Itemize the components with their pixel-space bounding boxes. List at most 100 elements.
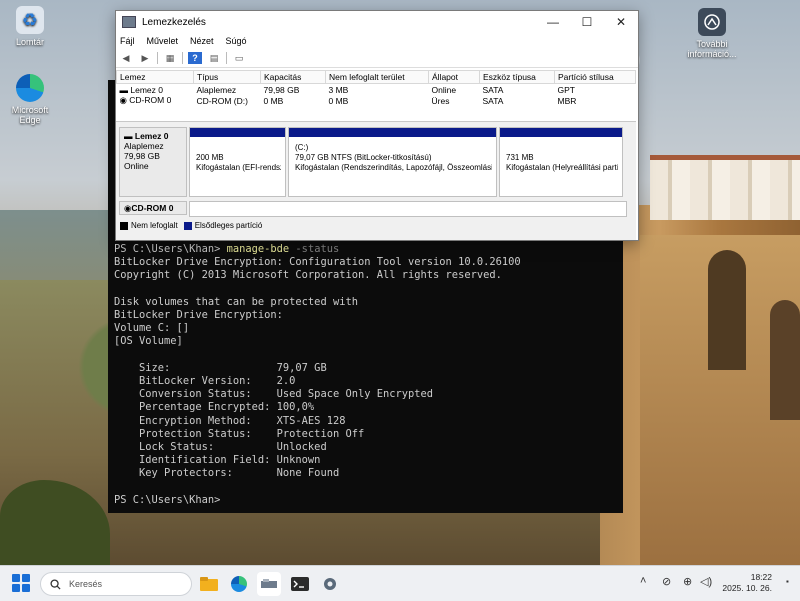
partition-size: 731 MB [506, 153, 534, 162]
terminal-final-prompt: PS C:\Users\Khan> [114, 493, 221, 506]
search-icon [50, 578, 61, 590]
cell: GPT [557, 84, 575, 95]
minimize-button[interactable]: — [536, 11, 570, 33]
terminal-output-text: BitLocker Drive Encryption: Configuratio… [114, 256, 521, 480]
desktop-icon-recycle-bin[interactable]: ♻ Lomtár [0, 6, 60, 47]
file-explorer-icon [200, 577, 218, 591]
partition-efi[interactable]: 200 MB Kifogástalan (EFI-rendszerpartíci… [189, 127, 286, 197]
taskbar-settings[interactable] [318, 572, 342, 596]
bridge-arch [770, 300, 800, 420]
bridge-arch [708, 250, 746, 370]
notification-icon[interactable]: ▪ [786, 577, 789, 586]
terminal-command-arg: -status [289, 243, 340, 255]
title-bar[interactable]: Lemezkezelés — ☐ ✕ [116, 11, 638, 33]
disk-label-card[interactable]: ▬ Lemez 0 Alaplemez 79,98 GB Online [119, 127, 187, 197]
disk-management-icon [261, 579, 277, 588]
network-icon[interactable]: ⊘ [662, 575, 671, 588]
taskbar-edge[interactable] [227, 572, 251, 596]
disk-type: Alaplemez [124, 141, 164, 151]
cell: SATA [482, 95, 504, 106]
legend-unallocated: Nem lefoglalt [131, 221, 178, 230]
taskbar-file-explorer[interactable] [197, 572, 221, 596]
partition-bar [500, 128, 622, 137]
partition-c[interactable]: (C:) 79,07 GB NTFS (BitLocker-titkosítás… [288, 127, 497, 197]
toolbar-separator [182, 52, 183, 64]
console-icon[interactable]: ▭ [232, 52, 246, 64]
col-header-device-type[interactable]: Eszköz típusa [479, 70, 555, 84]
col-header-type[interactable]: Típus [193, 70, 261, 84]
disk-name: Lemez 0 [134, 131, 169, 141]
desktop-icon-more-info[interactable]: További információ... [682, 8, 742, 59]
col-header-capacity[interactable]: Kapacitás [260, 70, 326, 84]
camera-icon [698, 8, 726, 36]
taskbar-terminal[interactable] [288, 572, 312, 596]
col-header-unallocated[interactable]: Nem lefoglalt terület [325, 70, 429, 84]
menu-file[interactable]: Fájl [120, 36, 135, 46]
partition-size: 79,07 GB NTFS (BitLocker-titkosítású) [295, 153, 432, 162]
terminal-prompt: PS C:\Users\Khan> [114, 243, 227, 255]
partition-status: Kifogástalan (EFI-rendszerpartíció) [196, 163, 282, 172]
legend-swatch-unallocated [120, 221, 128, 230]
taskbar-disk-management[interactable] [257, 572, 281, 596]
terminal-output[interactable]: PS C:\Users\Khan> manage-bde -status Bit… [114, 243, 521, 507]
legend: Nem lefoglalt Elsődleges partíció [120, 221, 262, 230]
cell: SATA [482, 84, 504, 95]
table-row[interactable]: ◉ CD-ROM 0 CD-ROM (D:) 0 MB 0 MB Üres SA… [117, 95, 636, 106]
terminal-command: manage-bde [226, 243, 290, 255]
col-header-disk[interactable]: Lemez [116, 70, 194, 84]
taskbar-search[interactable]: Keresés [40, 572, 192, 596]
properties-icon[interactable]: ▦ [163, 52, 177, 64]
cdrom-area[interactable] [189, 201, 627, 217]
partition-bar [289, 128, 496, 137]
cell: 0 MB [263, 95, 284, 106]
cell-disk: ◉ CD-ROM 0 [117, 95, 194, 106]
view-icon[interactable]: ▤ [207, 52, 221, 64]
maximize-button[interactable]: ☐ [570, 11, 604, 33]
language-icon[interactable]: ⊕ [683, 575, 692, 588]
close-button[interactable]: ✕ [604, 11, 638, 33]
desktop-icon-edge[interactable]: Microsoft Edge [0, 74, 60, 125]
disk-size: 79,98 GB [124, 151, 160, 161]
chevron-up-icon[interactable]: ˄ [640, 575, 646, 587]
settings-icon [324, 578, 336, 590]
desktop-icon-label: Lomtár [15, 37, 44, 47]
menu-view[interactable]: Nézet [190, 36, 214, 46]
col-header-status[interactable]: Állapot [428, 70, 480, 84]
partition-title [506, 143, 616, 153]
partition-status: Kifogástalan (Rendszerindítás, Lapozófáj… [295, 163, 493, 172]
volume-icon[interactable]: ◁) [700, 575, 712, 588]
cell: Üres [431, 95, 450, 106]
cell: CD-ROM (D:) [196, 95, 248, 106]
disk-icon: ▬ [119, 84, 131, 95]
partition-size: 200 MB [196, 153, 224, 162]
menu-action[interactable]: Művelet [147, 36, 179, 46]
disk-management-window[interactable]: Lemezkezelés — ☐ ✕ Fájl Művelet Nézet Sú… [115, 10, 639, 241]
disk-icon: ▬ [124, 131, 135, 141]
cdrom-label-card[interactable]: ◉CD-ROM 0 [119, 201, 187, 215]
taskbar-clock[interactable]: 18:22 2025. 10. 26. [722, 572, 772, 594]
volume-table: Lemez Típus Kapacitás Nem lefoglalt terü… [116, 70, 636, 106]
partition-status: Kifogástalan (Helyreállítási partíció) [506, 163, 619, 172]
table-row[interactable]: ▬ Lemez 0 Alaplemez 79,98 GB 3 MB Online… [117, 84, 636, 96]
menu-help[interactable]: Súgó [226, 36, 247, 46]
legend-primary: Elsődleges partíció [194, 221, 263, 230]
partition-recovery[interactable]: 731 MB Kifogástalan (Helyreállítási part… [499, 127, 623, 197]
partition-title: (C:) [295, 143, 309, 152]
clock-time: 18:22 [750, 572, 772, 582]
taskbar: Keresés ˄ ⊘ ⊕ ◁) 18:22 2025. 10. 26. ▪ [0, 565, 800, 601]
cell: 0 MB [328, 95, 349, 106]
clock-date: 2025. 10. 26. [722, 583, 772, 593]
back-arrow-icon[interactable]: ◀ [119, 52, 133, 64]
edge-icon [16, 74, 44, 102]
edge-icon [231, 576, 247, 592]
search-placeholder: Keresés [69, 579, 103, 589]
forward-arrow-icon[interactable]: ▶ [138, 52, 152, 64]
help-icon[interactable]: ? [188, 52, 202, 64]
toolbar: ◀ ▶ ▦ ? ▤ ▭ [116, 49, 638, 68]
window-title: Lemezkezelés [142, 16, 206, 28]
terminal-icon [291, 577, 309, 591]
cell-disk: ▬ Lemez 0 [117, 84, 194, 96]
start-button[interactable] [12, 574, 30, 592]
col-header-partition-style[interactable]: Partíció stílusa [554, 70, 636, 84]
cell: Online [431, 84, 457, 95]
